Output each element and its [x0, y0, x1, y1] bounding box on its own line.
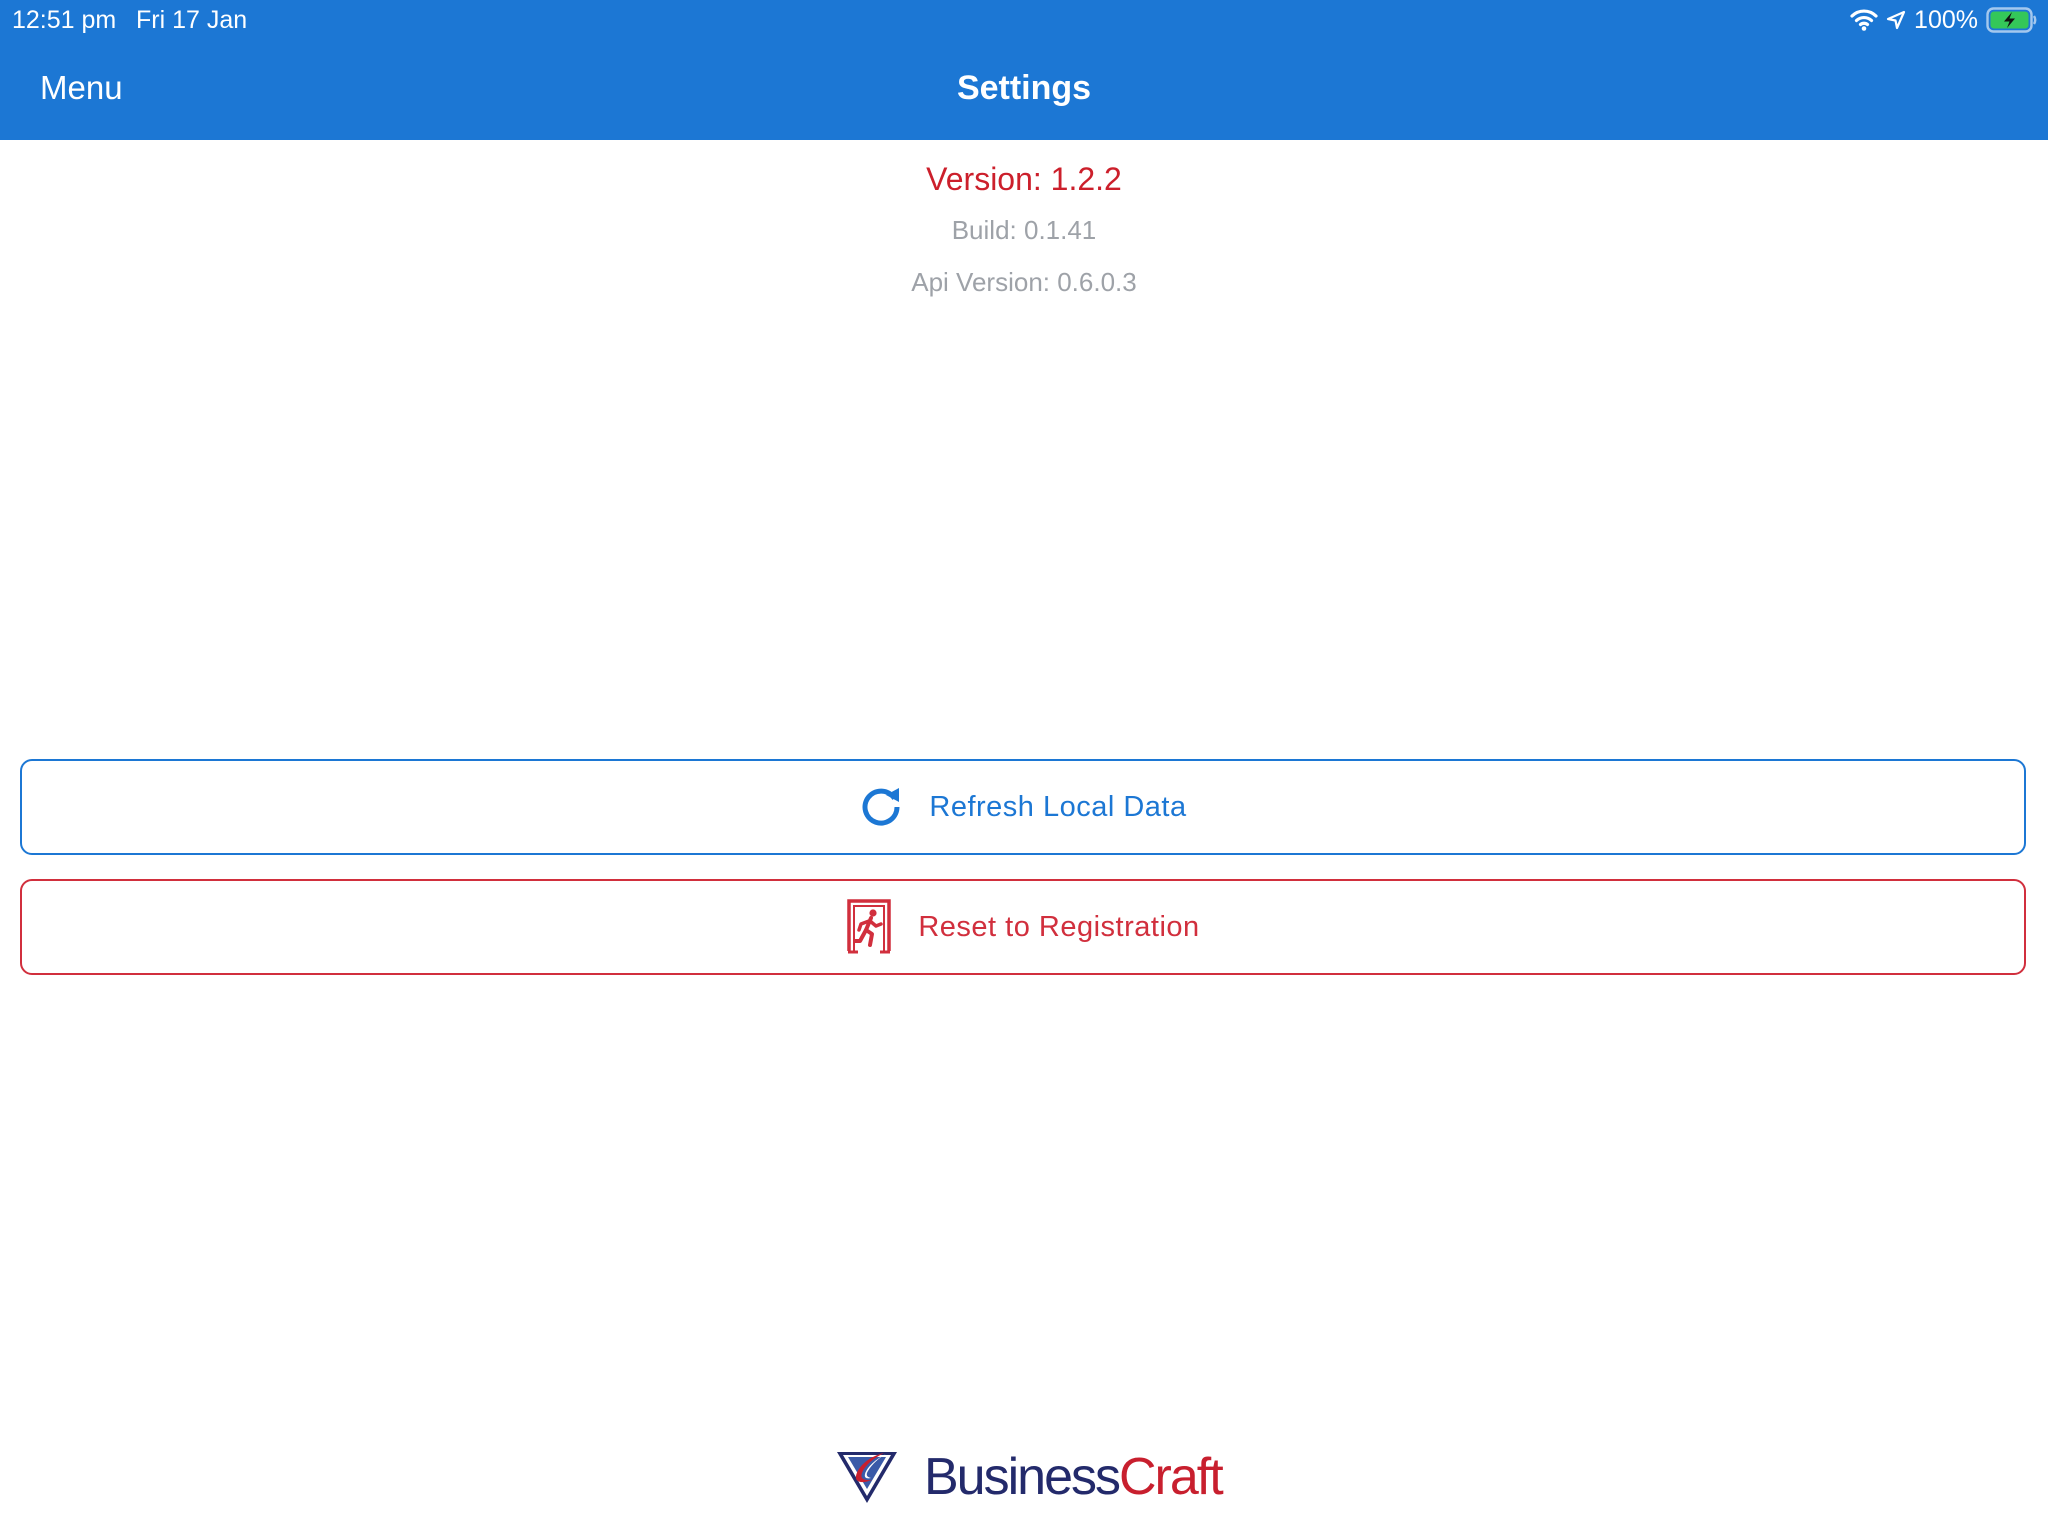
status-date: Fri 17 Jan	[136, 6, 248, 34]
battery-percent: 100%	[1914, 6, 1978, 34]
reset-to-registration-button[interactable]: Reset to Registration	[20, 879, 2026, 975]
wifi-icon	[1850, 9, 1878, 31]
settings-screen: 12:51 pm Fri 17 Jan 100% Menu Settings V…	[0, 0, 2048, 1536]
logo-word-craft: Craft	[1119, 1448, 1224, 1506]
businesscraft-logo: BusinessCraft	[836, 1442, 1224, 1512]
location-arrow-icon	[1886, 10, 1906, 30]
status-bar: 12:51 pm Fri 17 Jan 100%	[0, 0, 2048, 40]
logo-word-business: Business	[924, 1448, 1121, 1506]
status-time: 12:51 pm	[12, 6, 117, 34]
build-number: Build: 0.1.41	[951, 215, 1097, 245]
status-indicators: 100%	[1850, 4, 2038, 36]
emergency-exit-icon	[846, 899, 892, 955]
refresh-local-data-label: Refresh Local Data	[929, 791, 1187, 823]
app-version: Version: 1.2.2	[926, 161, 1122, 197]
navigation-bar: Menu Settings	[0, 40, 2048, 140]
businesscraft-wordmark: BusinessCraft	[924, 1447, 1224, 1507]
businesscraft-logo-mark-icon	[836, 1450, 898, 1504]
page-title: Settings	[956, 69, 1092, 107]
api-version: Api Version: 0.6.0.3	[911, 267, 1137, 297]
reset-to-registration-label: Reset to Registration	[918, 911, 1200, 943]
battery-charging-icon	[1986, 7, 2038, 33]
version-info: Version: 1.2.2 Build: 0.1.41 Api Version…	[0, 156, 2048, 314]
app-header: 12:51 pm Fri 17 Jan 100% Menu Settings	[0, 0, 2048, 140]
refresh-local-data-button[interactable]: Refresh Local Data	[20, 759, 2026, 855]
refresh-icon	[859, 785, 903, 829]
